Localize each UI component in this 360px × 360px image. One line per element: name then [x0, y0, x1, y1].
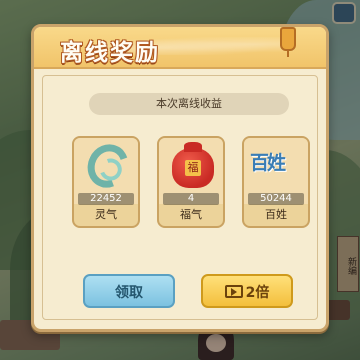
reward-item-fuqi: 4 福气 [157, 136, 225, 228]
reward-item-lingqi: 22452 灵气 [72, 136, 140, 228]
dialog-header: 离线奖励 [34, 27, 326, 69]
spirit-swirl-icon [80, 137, 136, 195]
dialog-title: 离线奖励 [60, 39, 160, 66]
lucky-bag-icon [172, 142, 214, 188]
reward-name: 福气 [180, 208, 202, 221]
reward-name: 百姓 [265, 208, 287, 221]
dialog-body: 本次离线收益 22452 灵气 4 福气 百姓 50244 百姓 领取 2倍 [42, 75, 318, 320]
reward-count: 50244 [248, 193, 304, 205]
claim-button[interactable]: 领取 [83, 274, 175, 308]
villagers-icon: 百姓 [250, 152, 286, 174]
dialog-subtitle: 本次离线收益 [89, 93, 289, 115]
double-reward-label: 2倍 [245, 285, 270, 301]
lantern-icon [280, 27, 296, 57]
offline-reward-dialog: 离线奖励 本次离线收益 22452 灵气 4 福气 百姓 50244 百姓 领取 [31, 24, 329, 332]
reward-item-baixing: 百姓 50244 百姓 [242, 136, 310, 228]
reward-count: 22452 [78, 193, 134, 205]
reward-name: 灵气 [95, 208, 117, 221]
double-reward-button[interactable]: 2倍 [201, 274, 293, 308]
reward-count: 4 [163, 193, 219, 205]
video-icon [224, 285, 243, 298]
